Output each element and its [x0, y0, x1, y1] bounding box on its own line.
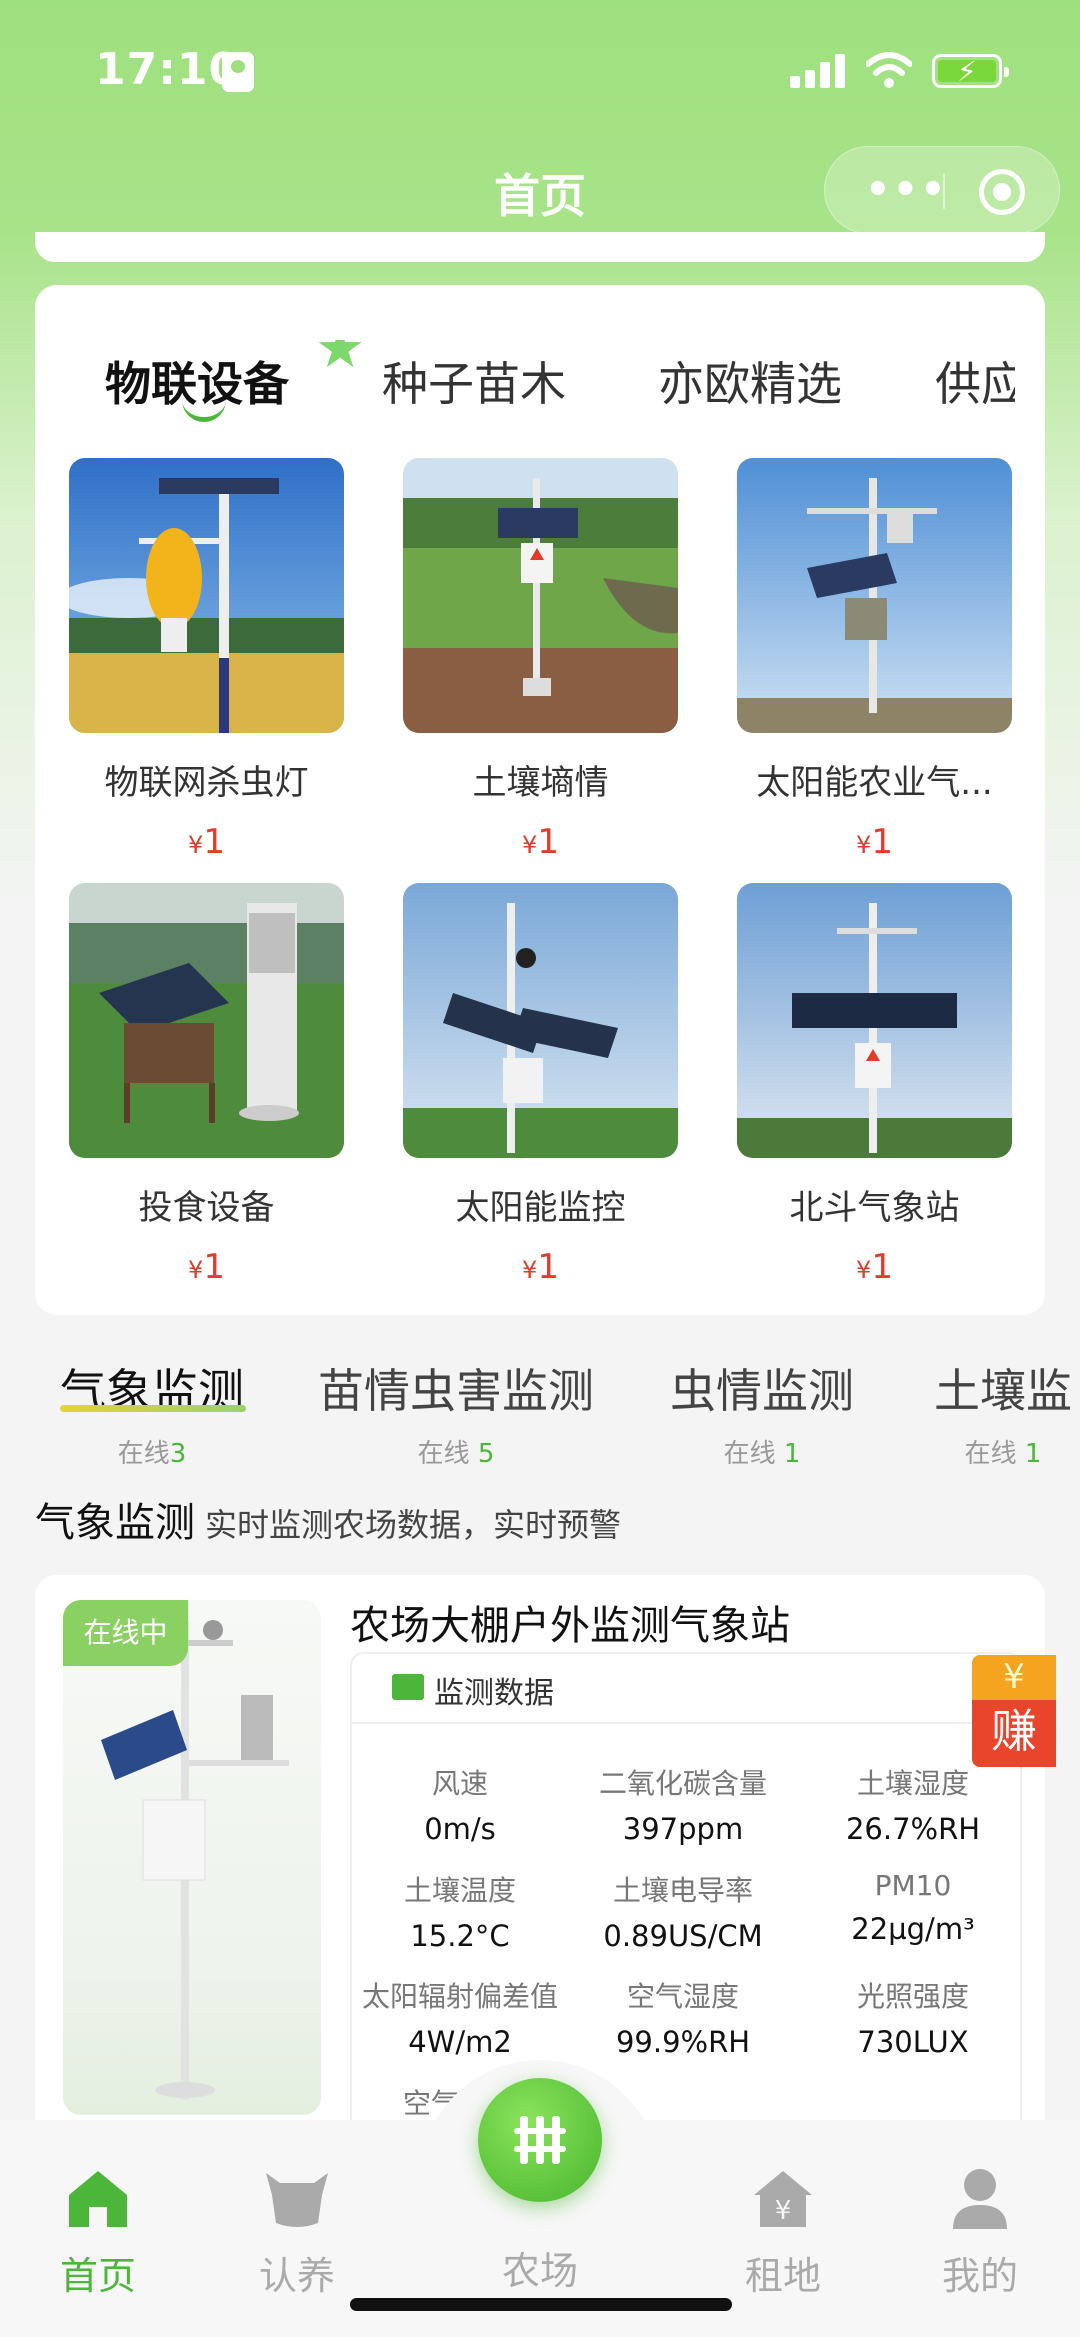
- product-price: ¥1: [188, 822, 225, 862]
- reading-cell: PM10 22µg/m³: [851, 1869, 975, 1946]
- tab-home[interactable]: 首页: [28, 2165, 168, 2300]
- reading-cell: 二氧化碳含量 397ppm: [598, 1767, 767, 1846]
- tab-weather-monitoring[interactable]: 气象监测 在线3: [60, 1355, 244, 1470]
- station-title: 农场大棚户外监测气象站: [350, 1603, 790, 1649]
- banner-bottom-edge: [35, 232, 1045, 262]
- battery-icon: ⚡: [932, 54, 1009, 88]
- section-header: 气象监测 实时监测农场数据，实时预警: [35, 1490, 621, 1548]
- tab-adopt[interactable]: 认养: [227, 2165, 367, 2300]
- monitor-tab-underline: [60, 1405, 246, 1412]
- rent-house-icon: ¥: [754, 2171, 812, 2227]
- product-price: ¥1: [188, 1247, 225, 1287]
- more-dots-icon[interactable]: •••: [865, 167, 948, 213]
- reading-cell: 光照强度 730LUX: [856, 1980, 969, 2059]
- product-name: 太阳能监控: [455, 1188, 626, 1228]
- bar-chart-icon: [392, 1674, 424, 1700]
- farm-center-button[interactable]: [478, 2078, 602, 2202]
- wifi-icon: [866, 52, 912, 88]
- product-item[interactable]: 太阳能农业气... ¥1: [737, 458, 1012, 862]
- product-image-insect-lamp: [69, 458, 344, 733]
- product-item[interactable]: 北斗气象站 ¥1: [737, 883, 1012, 1287]
- product-item[interactable]: 土壤墒情 ¥1: [403, 458, 678, 862]
- status-badge: 在线中: [63, 1600, 188, 1666]
- product-price: ¥1: [522, 822, 559, 862]
- product-price: ¥1: [856, 1247, 893, 1287]
- reading-cell: 土壤温度 15.2°C: [403, 1874, 516, 1953]
- capsule-divider: [943, 173, 945, 209]
- svg-text:¥: ¥: [775, 2196, 792, 2226]
- product-image-feeding-equipment: [69, 883, 344, 1158]
- product-name: 物联网杀虫灯: [104, 763, 309, 803]
- product-price: ¥1: [856, 822, 893, 862]
- reading-cell: 风速 0m/s: [424, 1767, 496, 1846]
- close-target-icon[interactable]: [979, 169, 1025, 215]
- tab-seedling-pest-monitoring[interactable]: 苗情虫害监测 在线 5: [318, 1355, 594, 1470]
- section-subtitle: 实时监测农场数据，实时预警: [205, 1506, 622, 1544]
- mini-program-capsule: •••: [824, 146, 1060, 234]
- tab-supply[interactable]: 供应: [935, 348, 1015, 414]
- star-icon: ★: [315, 340, 366, 381]
- product-price: ¥1: [522, 1247, 559, 1287]
- tab-mine[interactable]: 我的: [910, 2165, 1050, 2300]
- product-item[interactable]: 物联网杀虫灯 ¥1: [69, 458, 344, 862]
- category-tabs: 物联设备 ★ 种子苗木 亦欧精选 供应: [70, 340, 1015, 440]
- section-title: 气象监测: [35, 1500, 195, 1546]
- reading-cell: 土壤湿度 26.7%RH: [845, 1767, 981, 1846]
- tab-seeds[interactable]: 种子苗木: [382, 348, 566, 414]
- earn-badge[interactable]: ¥ 赚: [972, 1655, 1056, 1767]
- product-item[interactable]: 投食设备 ¥1: [69, 883, 344, 1287]
- home-indicator: [350, 2298, 732, 2311]
- tab-soil-monitoring[interactable]: 土壤监 在线 1: [926, 1355, 1080, 1470]
- product-name: 投食设备: [138, 1188, 275, 1228]
- station-image: [63, 1600, 321, 2115]
- sim-card-icon: [222, 52, 254, 92]
- status-time: 17:10: [95, 44, 241, 95]
- cellular-signal-icon: [790, 54, 846, 88]
- reading-cell: 太阳辐射偏差值 4W/m2: [361, 1980, 558, 2059]
- tab-selection[interactable]: 亦欧精选: [658, 348, 842, 414]
- tab-insect-monitoring[interactable]: 虫情监测 在线 1: [670, 1355, 854, 1470]
- product-name: 太阳能农业气...: [756, 763, 993, 803]
- active-tab-indicator: [182, 400, 226, 422]
- product-image-solar-weather-station: [737, 458, 1012, 733]
- tab-farm[interactable]: 农场: [470, 2240, 610, 2295]
- product-image-beidou-station: [737, 883, 1012, 1158]
- fence-icon: [514, 2116, 566, 2164]
- product-image-soil-moisture: [403, 458, 678, 733]
- product-item[interactable]: 太阳能监控 ¥1: [403, 883, 678, 1287]
- home-icon: [69, 2171, 127, 2227]
- product-name: 土壤墒情: [472, 763, 609, 803]
- tab-rent-land[interactable]: ¥ 租地: [713, 2165, 853, 2300]
- cow-icon: [266, 2173, 328, 2227]
- reading-cell: 土壤电导率 0.89US/CM: [603, 1874, 763, 1953]
- person-icon: [953, 2169, 1007, 2229]
- product-name: 北斗气象站: [789, 1188, 960, 1228]
- monitoring-data-header: 监测数据: [350, 1652, 1022, 1724]
- reading-cell: 空气湿度 99.9%RH: [615, 1980, 751, 2059]
- product-image-solar-camera: [403, 883, 678, 1158]
